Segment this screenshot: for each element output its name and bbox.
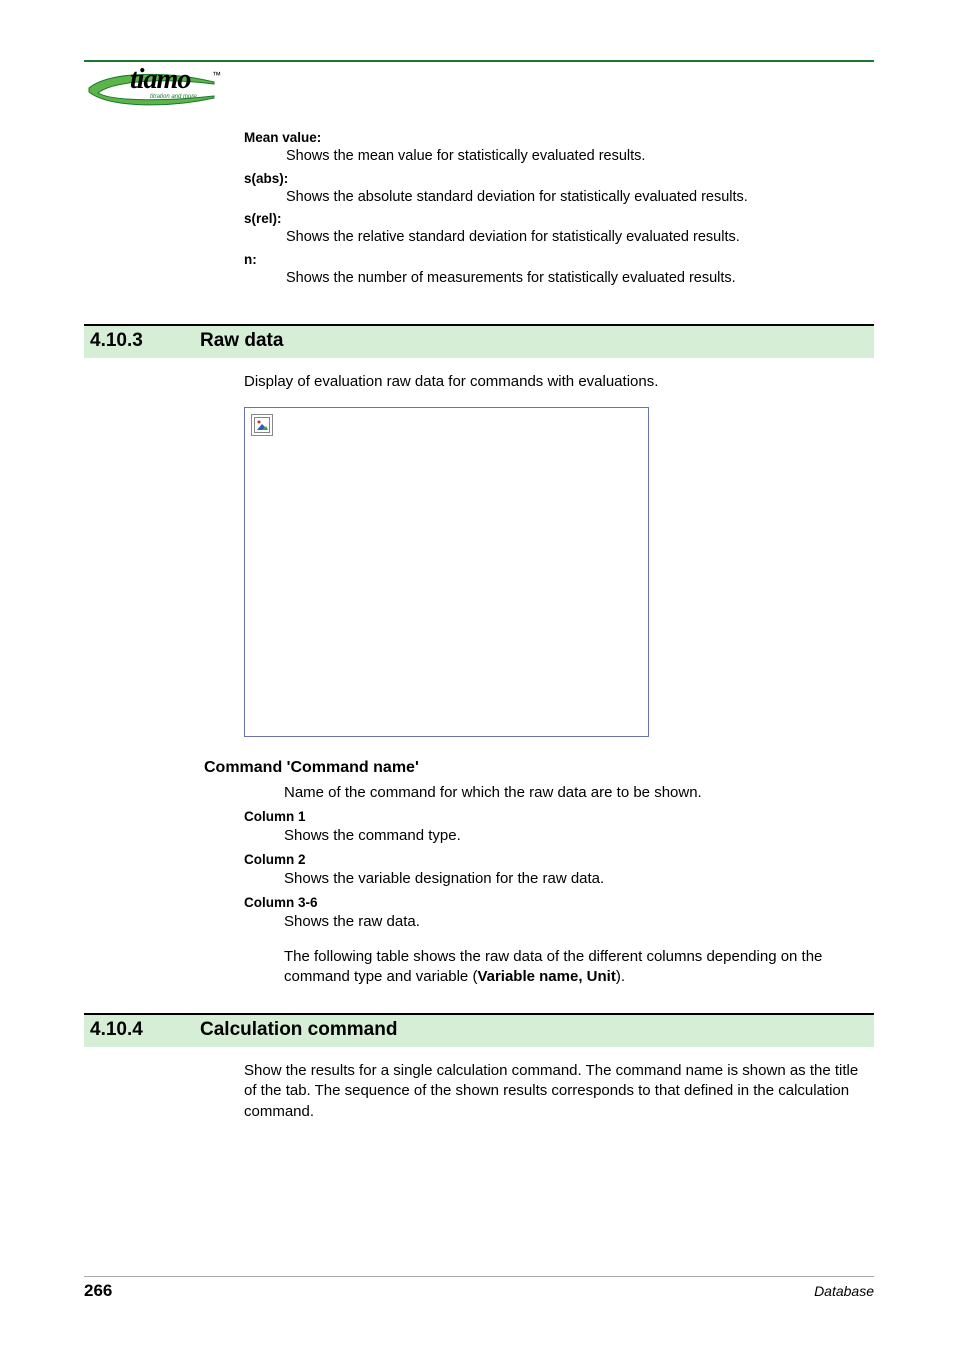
def-term-n: n: — [244, 252, 874, 267]
section-rawdata-head: 4.10.3 Raw data — [84, 324, 874, 358]
def-term-mean: Mean value: — [244, 130, 874, 145]
rawdata-screenshot-placeholder — [244, 407, 649, 737]
def-term-srel: s(rel): — [244, 211, 874, 226]
col36-term: Column 3-6 — [244, 895, 874, 910]
col2-term: Column 2 — [244, 852, 874, 867]
col36-desc: Shows the raw data. — [284, 912, 874, 932]
logo-swoosh: tiamo ™ titration and more — [84, 68, 224, 108]
section-calc-head: 4.10.4 Calculation command — [84, 1013, 874, 1047]
section-calc-number: 4.10.4 — [84, 1019, 200, 1041]
footer: 266 Database — [84, 1276, 874, 1301]
top-rule — [84, 60, 874, 62]
rawdata-intro: Display of evaluation raw data for comma… — [244, 372, 874, 392]
footer-label: Database — [814, 1283, 874, 1299]
logo-trademark: ™ — [212, 70, 221, 80]
logo: tiamo ™ titration and more — [84, 68, 874, 108]
rawdata-following: The following table shows the raw data o… — [284, 947, 874, 988]
col1-term: Column 1 — [244, 809, 874, 824]
rawdata-following-var: Variable name, Unit — [477, 968, 615, 985]
def-desc-n: Shows the number of measurements for sta… — [286, 269, 874, 289]
section-rawdata-title: Raw data — [200, 330, 283, 352]
rawdata-subhead: Command 'Command name' — [204, 759, 874, 777]
def-desc-sabs: Shows the absolute standard deviation fo… — [286, 188, 874, 208]
broken-image-icon — [251, 414, 273, 436]
logo-subtitle: titration and more — [150, 94, 197, 100]
calc-body: Show the results for a single calculatio… — [244, 1061, 874, 1122]
section-calc-title: Calculation command — [200, 1019, 397, 1041]
rawdata-following-suffix: ). — [616, 968, 625, 985]
col1-desc: Shows the command type. — [284, 826, 874, 846]
page-number: 266 — [84, 1281, 112, 1301]
col2-desc: Shows the variable designation for the r… — [284, 869, 874, 889]
def-desc-srel: Shows the relative standard deviation fo… — [286, 228, 874, 248]
def-desc-mean: Shows the mean value for statistically e… — [286, 147, 874, 167]
logo-text: tiamo — [130, 64, 190, 96]
def-term-sabs: s(abs): — [244, 171, 874, 186]
section-rawdata-number: 4.10.3 — [84, 330, 200, 352]
rawdata-subdesc: Name of the command for which the raw da… — [284, 783, 874, 803]
